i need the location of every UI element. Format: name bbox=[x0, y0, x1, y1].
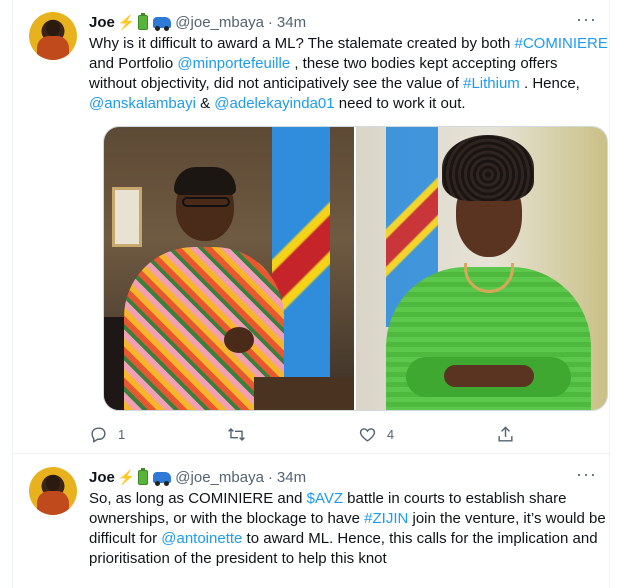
tweet-timestamp[interactable]: 34m bbox=[277, 469, 306, 486]
person-hair bbox=[442, 135, 534, 201]
author-handle[interactable]: @joe_mbaya bbox=[175, 14, 264, 31]
separator-dot: · bbox=[267, 468, 273, 486]
tweet-timestamp[interactable]: 34m bbox=[277, 14, 306, 31]
share-button[interactable] bbox=[496, 425, 525, 444]
avatar[interactable] bbox=[29, 12, 77, 60]
retweet-button[interactable] bbox=[227, 425, 256, 444]
hashtag-link[interactable]: #Lithium bbox=[463, 75, 520, 92]
author-handle[interactable]: @joe_mbaya bbox=[175, 469, 264, 486]
tweet-header: Joe ⚡ @joe_mbaya · 34m bbox=[89, 12, 306, 32]
mention-link[interactable]: @minportefeuille bbox=[177, 55, 290, 72]
lightning-emoji-icon: ⚡ bbox=[117, 469, 136, 485]
lightning-emoji-icon: ⚡ bbox=[117, 14, 136, 30]
mention-link[interactable]: @antoinette bbox=[161, 530, 242, 547]
more-options-icon[interactable]: ··· bbox=[576, 10, 597, 28]
person-hair bbox=[174, 167, 236, 195]
avatar-head bbox=[46, 20, 60, 36]
tweet-text-segment: need to work it out. bbox=[334, 95, 466, 112]
retweet-icon bbox=[228, 427, 245, 441]
tweet[interactable]: Joe ⚡ @joe_mbaya · 34m ··· Why is it dif… bbox=[13, 0, 611, 454]
avatar-shirt bbox=[37, 36, 69, 60]
tweet-text-segment: and Portfolio bbox=[89, 55, 178, 72]
like-button[interactable]: 4 bbox=[358, 425, 394, 444]
hashtag-link[interactable]: #COMINIERE bbox=[515, 35, 608, 52]
car-emoji-icon bbox=[153, 16, 172, 31]
photo-frame bbox=[112, 187, 142, 247]
battery-emoji-icon bbox=[138, 467, 149, 485]
hashtag-link[interactable]: #ZIJIN bbox=[364, 510, 408, 527]
reply-icon bbox=[91, 426, 106, 443]
like-count: 4 bbox=[386, 426, 395, 442]
tweet-text: Why is it difficult to award a ML? The s… bbox=[89, 34, 609, 114]
tweet-text-segment: So, as long as COMINIERE and bbox=[89, 490, 307, 507]
avatar[interactable] bbox=[29, 467, 77, 515]
photo-right[interactable] bbox=[356, 127, 607, 410]
mention-link[interactable]: @adelekayinda01 bbox=[214, 95, 334, 112]
mention-link[interactable]: @anskalambayi bbox=[89, 95, 196, 112]
share-icon bbox=[498, 425, 513, 442]
author-name[interactable]: Joe bbox=[89, 469, 115, 486]
car-emoji-icon bbox=[153, 471, 172, 486]
separator-dot: · bbox=[267, 13, 273, 31]
person-hands bbox=[444, 365, 534, 387]
avatar-shirt bbox=[37, 491, 69, 515]
author-name[interactable]: Joe bbox=[89, 14, 115, 31]
reply-button[interactable]: 1 bbox=[89, 425, 125, 444]
heart-icon bbox=[359, 427, 376, 442]
tweet-actions: 1 4 bbox=[89, 424, 525, 444]
more-options-icon[interactable]: ··· bbox=[576, 465, 597, 483]
tweet-text: So, as long as COMINIERE and $AVZ battle… bbox=[89, 489, 609, 569]
tweet-text-segment: & bbox=[195, 95, 215, 112]
cashtag-link[interactable]: $AVZ bbox=[307, 490, 343, 507]
person-hand bbox=[224, 327, 254, 353]
desk bbox=[254, 377, 354, 410]
tweet-text-segment: Why is it difficult to award a ML? The s… bbox=[89, 35, 515, 52]
tweet-text-segment: . Hence, bbox=[519, 75, 580, 92]
reply-count: 1 bbox=[118, 426, 126, 442]
photo-left[interactable] bbox=[104, 127, 354, 410]
battery-emoji-icon bbox=[138, 12, 149, 30]
tweet[interactable]: Joe ⚡ @joe_mbaya · 34m ··· So, as long a… bbox=[13, 455, 611, 588]
glasses bbox=[182, 197, 230, 207]
timeline-column: Joe ⚡ @joe_mbaya · 34m ··· Why is it dif… bbox=[12, 0, 611, 588]
avatar-head bbox=[46, 475, 60, 491]
tweet-header: Joe ⚡ @joe_mbaya · 34m bbox=[89, 467, 306, 487]
tweet-media[interactable] bbox=[103, 126, 608, 411]
